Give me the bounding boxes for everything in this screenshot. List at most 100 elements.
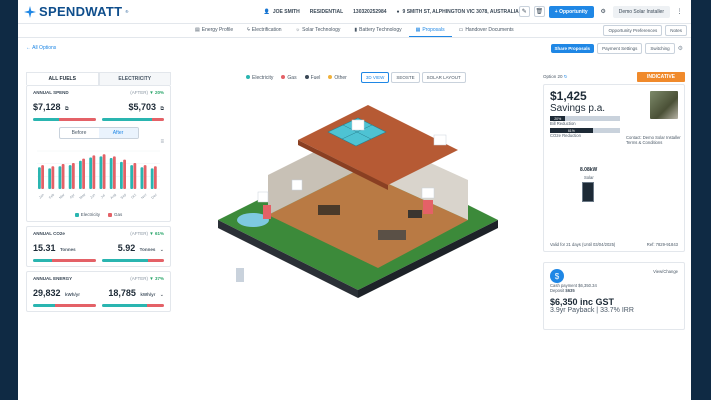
house-3d-view[interactable] [208, 90, 508, 300]
tab-electrification[interactable]: ϟ Electrification [240, 24, 288, 37]
brand-name: SPENDWATT [39, 4, 123, 19]
refresh-icon[interactable]: ↻ [564, 74, 568, 79]
bar-electricity-jun [89, 157, 93, 189]
toggle-after[interactable]: After [98, 128, 138, 138]
option-summary-panel: Option 20 ↻ INDICATIVE $1,425 Savings p.… [543, 72, 685, 330]
opportunity-preferences-button[interactable]: Opportunity Preferences [603, 25, 663, 36]
spend-before-bar [33, 118, 96, 121]
x-tick-label: Jun [89, 193, 96, 200]
annual-spend-card: ANNUAL SPEND (AFTER) ▼ 20% $7,128 ⧉ $5,7… [26, 85, 171, 222]
chart-menu-icon[interactable]: ≡ [33, 139, 164, 145]
legend-other: Other [328, 75, 347, 81]
bar-electricity-mar [58, 166, 62, 189]
bar-electricity-nov [140, 167, 144, 189]
reference-number: Ref: 7829-91843 [646, 242, 678, 247]
tab-energy-profile[interactable]: ▤ Energy Profile [188, 24, 240, 37]
view-seoste-button[interactable]: SEOSTE [391, 72, 420, 83]
payback-irr: 3.9yr Payback | 33.7% IRR [550, 307, 634, 314]
x-tick-label: Oct [130, 193, 137, 200]
chart-legend: Electricity Gas [33, 212, 164, 217]
legend-gas: Gas [108, 212, 122, 217]
payment-settings-button[interactable]: Payment Settings [597, 42, 643, 54]
view-solar-layout-button[interactable]: SOLAR LAYOUT [421, 72, 466, 83]
annual-co2-card: ANNUAL CO2e (AFTER) ▼ 61% 15.31 Tonnes 5… [26, 226, 171, 267]
energy-summary-panel: ALL FUELS ELECTRICITY ANNUAL SPEND (AFTE… [26, 72, 171, 312]
tab-electricity[interactable]: ELECTRICITY [98, 72, 171, 85]
logo[interactable]: SPENDWATT ® [24, 4, 129, 19]
tab-solar-technology[interactable]: ☼ Solar Technology [289, 24, 348, 37]
installer-name[interactable]: Demo Solar Installer [612, 5, 670, 18]
valid-until: Valid for 21 days (Until 03/04/2025) [550, 242, 616, 247]
chevron-down-icon[interactable]: ⌄ [160, 292, 164, 298]
bar-electricity-jul [99, 156, 103, 189]
bar-gas-nov [143, 165, 147, 189]
view-3d-button[interactable]: 3D VIEW [360, 72, 390, 83]
dollar-icon: $ [550, 269, 564, 283]
total-price: $6,350 inc GST [550, 297, 615, 307]
bar-gas-mar [61, 164, 65, 189]
customer-address: ● 9 SMITH ST, ALPHINGTON VIC 3078, AUSTRA… [396, 8, 519, 15]
tab-all-fuels[interactable]: ALL FUELS [26, 72, 99, 85]
user-icon: 👤 [263, 8, 270, 15]
bar-electricity-may [79, 160, 82, 189]
folder-icon: ▭ [458, 27, 464, 33]
bar-gas-may [82, 158, 85, 189]
bar-gas-oct [133, 162, 137, 189]
sun-icon: ☼ [295, 27, 301, 33]
monthly-spend-chart: Jan Feb Mar Apr May Jun Jul Aug Sep Oct Nov Dec [37, 150, 160, 200]
menu-icon[interactable]: ⋮ [674, 6, 685, 17]
bar-gas-jul [102, 154, 106, 189]
deposit: Deposit $635 [550, 288, 575, 293]
notes-button[interactable]: Notes [665, 25, 687, 36]
legend-gas: Gas [281, 75, 297, 81]
annual-energy-card: ANNUAL ENERGY (AFTER) ▼ 37% 29,832 kWh/y… [26, 271, 171, 312]
proposal-toolbar: ← All Options Share Proposals Payment Se… [18, 38, 691, 58]
add-opportunity-button[interactable]: + Opportunity [548, 5, 594, 18]
toggle-before[interactable]: Before [60, 128, 99, 138]
bar-electricity-feb [48, 168, 52, 189]
battery-icon: ▮ [354, 27, 358, 33]
energy-before: 29,832 [33, 288, 61, 298]
bar-electricity-oct [130, 165, 134, 189]
share-icon[interactable]: ⧉ [65, 106, 69, 112]
tab-handover-documents[interactable]: ▭ Handover Documents [452, 24, 521, 37]
spend-reduction: ▼ 20% [149, 90, 164, 95]
x-tick-label: Aug [110, 193, 117, 200]
bar-electricity-apr [68, 165, 72, 189]
top-bar: SPENDWATT ® 👤 JOE SMITH RESIDENTIAL 130320… [18, 0, 691, 24]
bar-gas-apr [71, 162, 75, 189]
chevron-down-icon[interactable]: ⌄ [160, 247, 164, 253]
savings-card: $1,425 Savings p.a. 20% Bill Reduction 6… [543, 84, 685, 252]
view-change-link[interactable]: View/Change [653, 269, 678, 274]
share-icon[interactable]: ⧉ [160, 106, 164, 112]
terms-link[interactable]: Terms & Conditions [626, 140, 681, 145]
bolt-icon: ϟ [247, 27, 250, 33]
tab-battery-technology[interactable]: ▮ Battery Technology [347, 24, 408, 37]
x-tick-label: Jan [38, 193, 45, 200]
location-icon: ● [396, 8, 400, 15]
x-tick-label: Mar [58, 192, 66, 200]
chart-icon: ▤ [195, 27, 200, 33]
spend-after: $5,703 [128, 102, 156, 112]
before-after-toggle[interactable]: Before After [58, 127, 139, 139]
gear-icon[interactable]: ⚙ [598, 6, 609, 17]
property-photo[interactable] [650, 91, 678, 119]
all-options-link[interactable]: ← All Options [26, 45, 56, 51]
trash-icon[interactable]: 🗑 [533, 6, 545, 17]
co2-after: 5.92 [117, 243, 136, 253]
switching-button[interactable]: Switching [645, 42, 675, 54]
x-tick-label: Jul [100, 193, 106, 199]
x-tick-label: Dec [151, 193, 158, 200]
tab-proposals[interactable]: ▦ Proposals [408, 24, 452, 37]
edit-icon[interactable]: ✎ [518, 6, 530, 17]
customer-phone: 130320252984 [353, 8, 387, 15]
bar-electricity-dec [150, 168, 154, 189]
bar-gas-aug [112, 156, 116, 189]
bar-gas-sep [123, 159, 126, 189]
gear-icon[interactable]: ⚙ [678, 45, 683, 52]
bar-electricity-aug [109, 158, 113, 189]
bar-electricity-jan [38, 167, 41, 189]
share-proposals-button[interactable]: Share Proposals [550, 43, 595, 53]
customer-type: RESIDENTIAL [309, 8, 344, 15]
app-window: SPENDWATT ® 👤 JOE SMITH RESIDENTIAL 130320… [18, 0, 691, 400]
